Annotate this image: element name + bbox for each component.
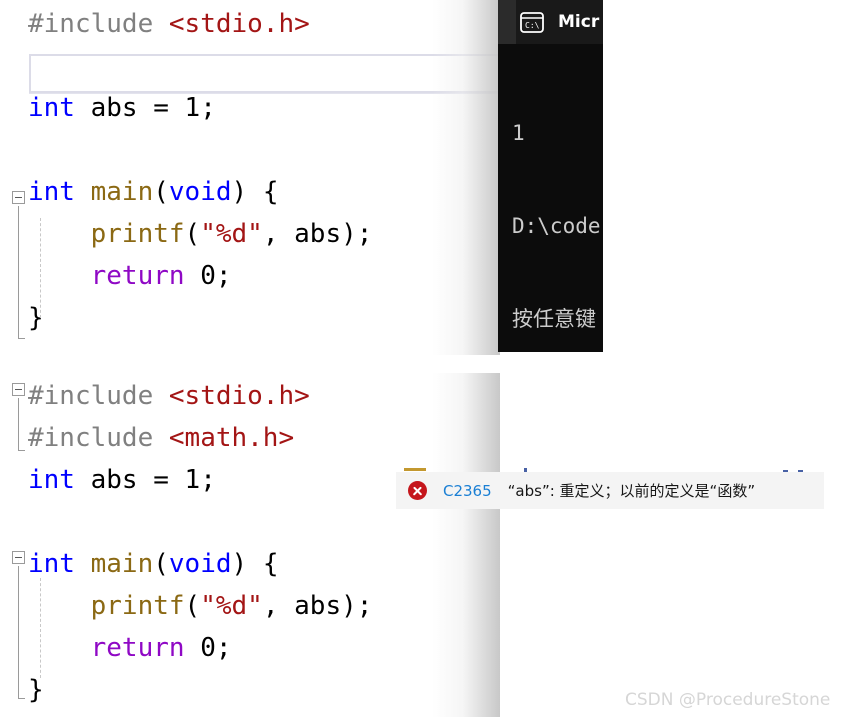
search-input[interactable] bbox=[29, 54, 507, 93]
code-token: 0; bbox=[184, 633, 232, 663]
error-circle-icon bbox=[408, 481, 427, 500]
code-token: #include bbox=[28, 423, 169, 453]
code-token: "%d" bbox=[200, 591, 263, 621]
code-line[interactable]: int abs = 1; bbox=[0, 87, 500, 129]
fold-toggle-main-top[interactable] bbox=[12, 191, 25, 204]
code-token: , abs); bbox=[262, 219, 373, 249]
code-line[interactable]: printf("%d", abs); bbox=[0, 213, 500, 255]
console-line: 1 bbox=[512, 121, 525, 145]
code-line[interactable]: } bbox=[0, 297, 500, 339]
code-token: <stdio.h> bbox=[168, 381, 310, 411]
console-line: 按任意键 bbox=[512, 307, 596, 331]
console-line: D:\code bbox=[512, 214, 601, 238]
code-token: int bbox=[28, 93, 75, 123]
code-token: main bbox=[90, 177, 154, 207]
code-line[interactable]: return 0; bbox=[0, 255, 500, 297]
code-token: ( bbox=[153, 177, 169, 207]
code-token: } bbox=[28, 675, 44, 705]
fold-bracket-main-top bbox=[18, 206, 19, 338]
code-line[interactable]: printf("%d", abs); bbox=[0, 585, 500, 627]
indent-guide-main-bottom bbox=[40, 578, 41, 678]
error-squiggle-mark bbox=[404, 468, 426, 471]
error-code: C2365 bbox=[443, 481, 492, 500]
fold-toggle-main-bottom[interactable] bbox=[12, 551, 25, 564]
code-token: ( bbox=[153, 549, 169, 579]
code-token: return bbox=[90, 261, 185, 291]
code-token: ) { bbox=[231, 549, 279, 579]
code-line[interactable]: #include <stdio.h> bbox=[0, 375, 500, 417]
watermark: CSDN @ProcedureStone bbox=[625, 690, 831, 710]
code-token: <math.h> bbox=[168, 423, 295, 453]
code-token: void bbox=[168, 177, 232, 207]
code-token: main bbox=[90, 549, 154, 579]
code-token: ( bbox=[184, 219, 201, 249]
fold-bracket-includes bbox=[18, 398, 19, 450]
console-title: Micr bbox=[558, 12, 600, 32]
error-message: “abs”: 重定义；以前的定义是“函数” bbox=[507, 482, 756, 500]
console-window[interactable]: C:\ Micr 1 D:\code 按任意键 bbox=[498, 0, 603, 352]
fold-bracket-foot-main-top bbox=[18, 338, 25, 339]
code-token: abs = 1; bbox=[74, 93, 216, 123]
code-line[interactable]: #include <math.h> bbox=[0, 417, 500, 459]
code-line[interactable]: return 0; bbox=[0, 627, 500, 669]
code-line[interactable]: int main(void) { bbox=[0, 543, 500, 585]
code-token: #include bbox=[28, 381, 169, 411]
console-output: 1 D:\code 按任意键 bbox=[498, 44, 603, 352]
code-token: ) { bbox=[231, 177, 279, 207]
code-token: <stdio.h> bbox=[168, 9, 310, 39]
code-token: "%d" bbox=[200, 219, 263, 249]
code-line[interactable]: int main(void) { bbox=[0, 171, 500, 213]
fold-bracket-main-bottom bbox=[18, 566, 19, 698]
code-token: #include bbox=[28, 9, 169, 39]
code-token: return bbox=[90, 633, 185, 663]
console-tab-strip bbox=[498, 0, 516, 44]
code-token: printf bbox=[90, 219, 185, 249]
fold-bracket-foot-main-bottom bbox=[18, 698, 25, 699]
code-token: , abs); bbox=[262, 591, 373, 621]
code-line[interactable]: #include <stdio.h> bbox=[0, 3, 500, 45]
fold-toggle-includes[interactable] bbox=[12, 383, 25, 396]
code-line[interactable]: } bbox=[0, 669, 500, 711]
code-token: 0; bbox=[184, 261, 232, 291]
code-line[interactable] bbox=[0, 129, 500, 171]
code-token: ( bbox=[184, 591, 201, 621]
code-token: void bbox=[168, 549, 232, 579]
svg-text:C:\: C:\ bbox=[525, 21, 540, 30]
code-editor-bottom[interactable]: #include <stdio.h> #include <math.h> int a… bbox=[0, 373, 500, 717]
code-token: int bbox=[28, 465, 75, 495]
error-tooltip[interactable]: C2365 “abs”: 重定义；以前的定义是“函数” bbox=[396, 472, 824, 509]
fold-bracket-foot-includes bbox=[18, 450, 25, 451]
code-token: abs = 1; bbox=[74, 465, 216, 495]
console-cmd-icon: C:\ bbox=[520, 11, 544, 33]
code-token: int bbox=[28, 177, 75, 207]
indent-guide-main-top bbox=[40, 218, 41, 318]
code-token: printf bbox=[90, 591, 185, 621]
code-token: int bbox=[28, 549, 75, 579]
code-token: } bbox=[28, 303, 44, 333]
